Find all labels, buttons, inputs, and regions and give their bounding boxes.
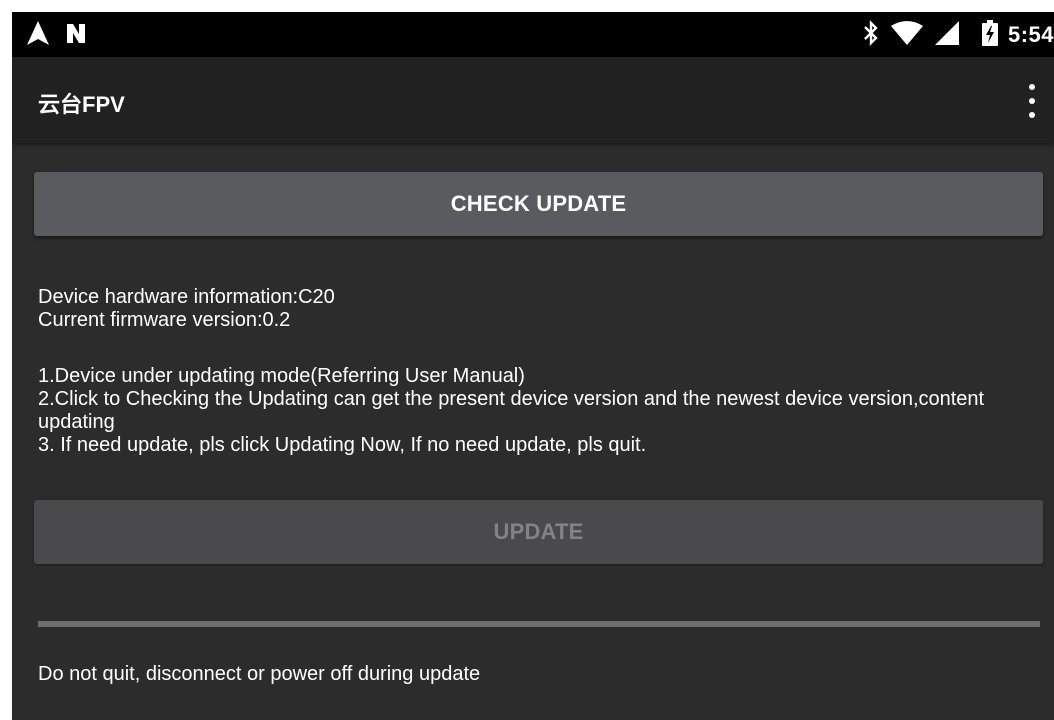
hardware-info-text: Device hardware information:C20 — [38, 286, 335, 308]
navigation-arrow-icon — [26, 20, 50, 51]
menu-dot — [1029, 98, 1035, 104]
instruction-step: 2.Click to Checking the Updating can get… — [38, 388, 985, 433]
update-instructions: 1.Device under updating mode(Referring U… — [38, 365, 1028, 457]
status-bar-right-icons: 5:54 — [862, 19, 1054, 51]
overflow-menu-icon[interactable] — [1024, 84, 1040, 118]
menu-dot — [1029, 112, 1035, 118]
device-screen: 5:54 云台FPV CHECK UPDATE Device hardware … — [12, 12, 1054, 720]
status-bar-left-icons — [26, 20, 88, 51]
instruction-step: 3. If need update, pls click Updating No… — [38, 434, 647, 456]
device-info: Device hardware information:C20 Current … — [38, 286, 1028, 332]
firmware-version-text: Current firmware version:0.2 — [38, 309, 291, 331]
app-title: 云台FPV — [38, 92, 125, 117]
update-progress-bar — [38, 621, 1040, 627]
app-bar: 云台FPV — [12, 57, 1054, 143]
status-bar-time: 5:54 — [1007, 22, 1054, 47]
update-button[interactable]: UPDATE — [34, 500, 1043, 564]
bluetooth-icon — [862, 19, 880, 51]
wifi-icon — [890, 20, 924, 51]
instruction-step: 1.Device under updating mode(Referring U… — [38, 365, 525, 387]
menu-dot — [1029, 84, 1035, 90]
check-update-button[interactable]: CHECK UPDATE — [34, 172, 1043, 236]
update-warning-text: Do not quit, disconnect or power off dur… — [38, 663, 481, 685]
nfc-n-icon — [64, 21, 88, 50]
cell-signal-icon — [934, 20, 960, 51]
status-bar: 5:54 — [12, 12, 1054, 57]
battery-charging-icon — [981, 19, 998, 51]
